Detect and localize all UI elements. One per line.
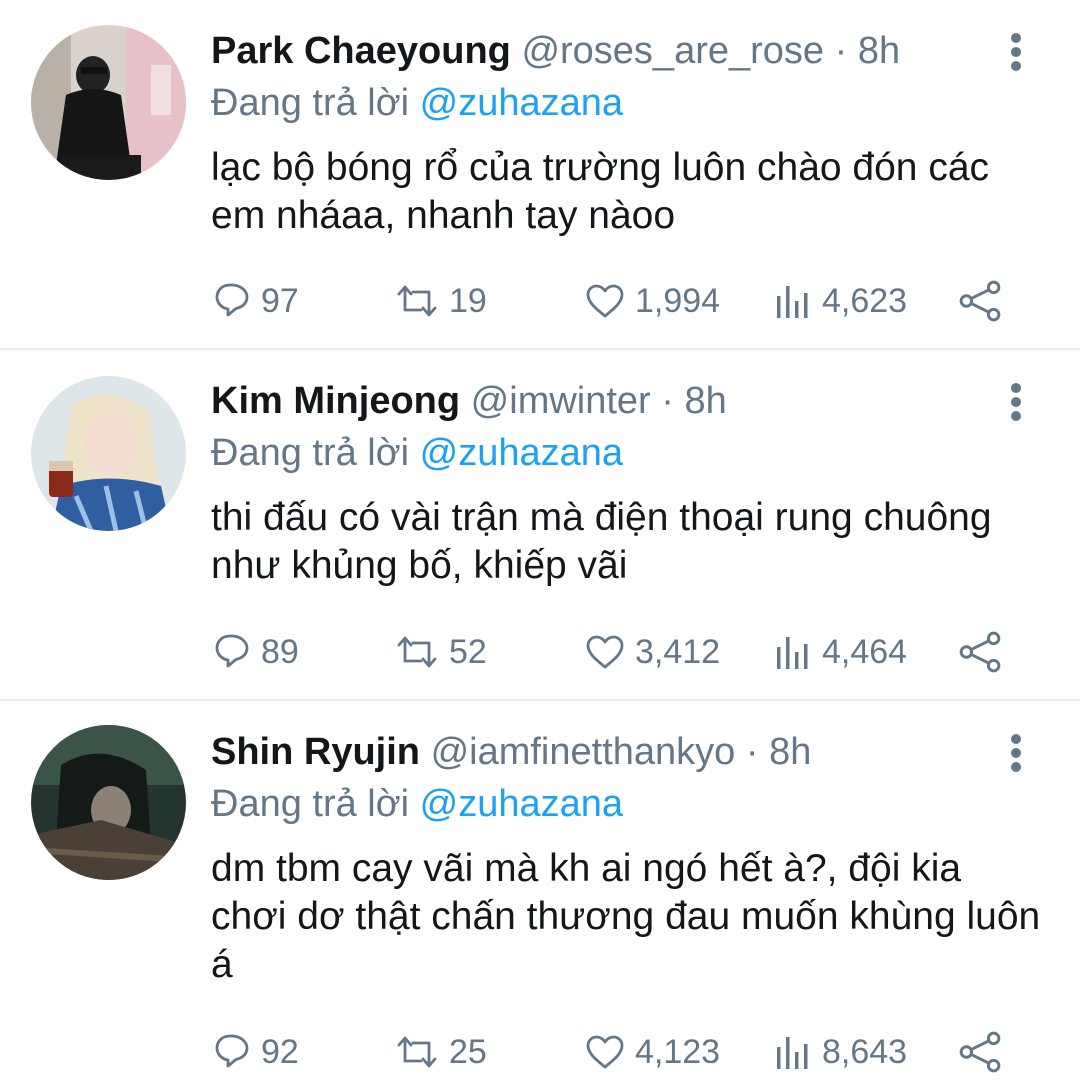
replying-to-label: Đang trả lời (211, 432, 410, 474)
user-handle[interactable]: @iamfinetthankyo (431, 731, 736, 773)
replying-to-label: Đang trả lời (211, 82, 410, 124)
tweet[interactable]: Kim Minjeong @imwinter · 8h Đang trả lời… (0, 350, 1080, 699)
reply-count: 89 (261, 632, 299, 671)
reply-to-handle[interactable]: @zuhazana (420, 783, 623, 825)
views-count: 4,623 (822, 281, 908, 320)
views-button[interactable]: 4,623 (774, 276, 907, 326)
more-vertical-icon[interactable] (1006, 383, 1028, 421)
display-name[interactable]: Kim Minjeong (211, 380, 460, 422)
retweet-button[interactable]: 25 (395, 1027, 487, 1077)
reply-button[interactable]: 89 (213, 627, 299, 677)
heart-icon (586, 635, 624, 669)
retweet-count: 25 (449, 1032, 487, 1071)
replying-to: Đang trả lời @zuhazana (211, 430, 623, 476)
like-button[interactable]: 3,412 (585, 627, 720, 677)
replying-to-label: Đang trả lời (211, 783, 410, 825)
share-icon (959, 631, 1001, 673)
retweet-count: 19 (449, 281, 487, 320)
tweet-actions: 89 52 3,412 4,464 (0, 627, 1080, 677)
user-handle[interactable]: @roses_are_rose (521, 30, 824, 72)
tweet-text: dm tbm cay vãi mà kh ai ngó hết à?, đội … (211, 847, 1041, 986)
separator-dot: · (745, 731, 759, 773)
heart-icon (586, 1035, 624, 1069)
tweet-header: Shin Ryujin @iamfinetthankyo · 8h (211, 729, 811, 775)
replying-to: Đang trả lời @zuhazana (211, 781, 623, 827)
avatar[interactable] (31, 376, 186, 531)
views-icon (777, 637, 808, 669)
like-count: 3,412 (635, 632, 721, 671)
reply-button[interactable]: 97 (213, 276, 299, 326)
timestamp[interactable]: 8h (769, 731, 811, 773)
share-button[interactable] (958, 276, 1002, 326)
like-count: 1,994 (635, 281, 721, 320)
views-button[interactable]: 4,464 (774, 627, 907, 677)
reply-to-handle[interactable]: @zuhazana (420, 82, 623, 124)
avatar[interactable] (31, 25, 186, 180)
user-handle[interactable]: @imwinter (471, 380, 651, 422)
retweet-icon (397, 636, 437, 668)
views-count: 8,643 (822, 1032, 908, 1071)
heart-icon (586, 284, 624, 318)
tweet-header: Kim Minjeong @imwinter · 8h (211, 378, 727, 424)
retweet-icon (397, 1036, 437, 1068)
retweet-icon (397, 285, 437, 317)
retweet-button[interactable]: 52 (395, 627, 487, 677)
tweet-actions: 92 25 4,123 8,643 (0, 1027, 1080, 1077)
tweet-header: Park Chaeyoung @roses_are_rose · 8h (211, 28, 900, 74)
reply-icon (215, 283, 249, 317)
display-name[interactable]: Park Chaeyoung (211, 30, 511, 72)
separator-dot: · (661, 380, 674, 422)
retweet-button[interactable]: 19 (395, 276, 487, 326)
display-name[interactable]: Shin Ryujin (211, 731, 420, 773)
views-count: 4,464 (822, 632, 908, 671)
views-icon (777, 1037, 808, 1069)
tweet-actions: 97 19 1,994 4,623 (0, 276, 1080, 326)
separator-dot: · (834, 30, 848, 72)
reply-to-handle[interactable]: @zuhazana (420, 432, 623, 474)
reply-count: 92 (261, 1032, 299, 1071)
timestamp[interactable]: 8h (685, 380, 727, 422)
share-icon (959, 280, 1001, 322)
like-count: 4,123 (635, 1032, 721, 1071)
reply-button[interactable]: 92 (213, 1027, 299, 1077)
tweet[interactable]: Shin Ryujin @iamfinetthankyo · 8h Đang t… (0, 701, 1080, 1084)
like-button[interactable]: 4,123 (585, 1027, 720, 1077)
retweet-count: 52 (449, 632, 487, 671)
tweet[interactable]: Park Chaeyoung @roses_are_rose · 8h Đang… (0, 0, 1080, 348)
share-icon (959, 1031, 1001, 1073)
tweet-text: thi đấu có vài trận mà điện thoại rung c… (211, 496, 992, 587)
views-button[interactable]: 8,643 (774, 1027, 907, 1077)
more-vertical-icon[interactable] (1006, 734, 1028, 772)
share-button[interactable] (958, 627, 1002, 677)
reply-count: 97 (261, 281, 299, 320)
more-vertical-icon[interactable] (1006, 33, 1028, 71)
tweet-text: lạc bộ bóng rổ của trường luôn chào đón … (211, 146, 990, 237)
avatar[interactable] (31, 725, 186, 880)
share-button[interactable] (958, 1027, 1002, 1077)
views-icon (777, 286, 808, 318)
reply-icon (215, 634, 249, 668)
replying-to: Đang trả lời @zuhazana (211, 80, 623, 126)
like-button[interactable]: 1,994 (585, 276, 720, 326)
reply-icon (215, 1034, 249, 1068)
timestamp[interactable]: 8h (858, 30, 900, 72)
